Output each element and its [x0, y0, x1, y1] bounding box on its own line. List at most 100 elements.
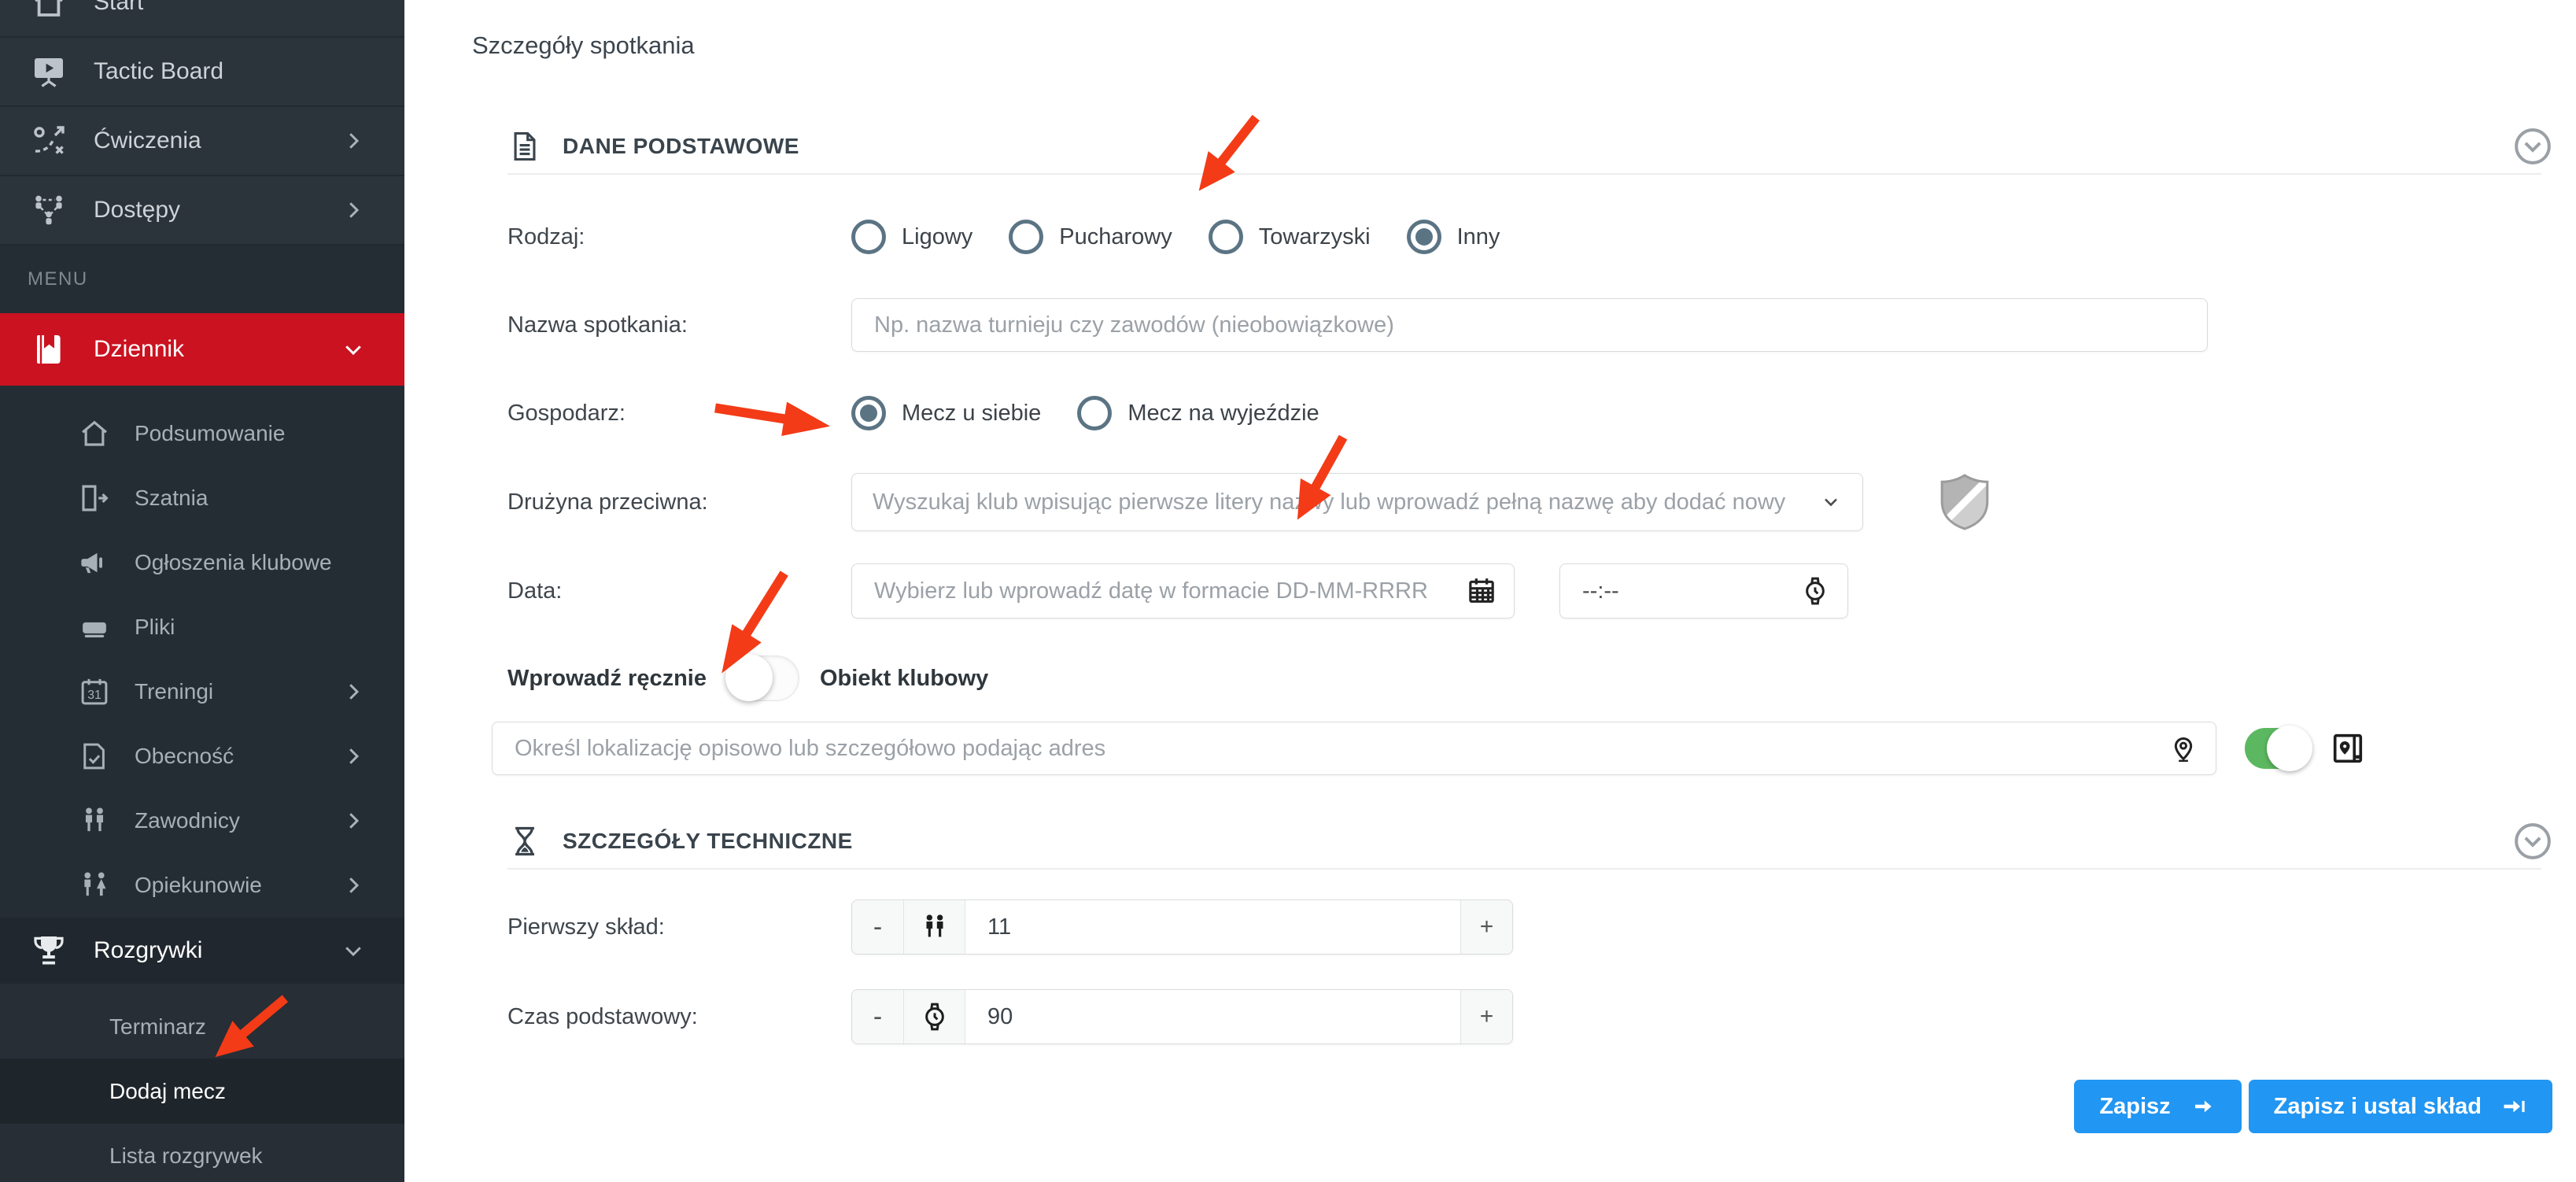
sidebar-item-label: Ćwiczenia — [94, 127, 201, 154]
radio-label: Mecz na wyjeździe — [1127, 401, 1319, 427]
toggle-knob — [725, 654, 773, 701]
arrow-to-line-icon — [2500, 1095, 2527, 1118]
exercises-icon — [28, 122, 70, 160]
chevron-down-icon — [341, 939, 365, 962]
location-mode-toggle[interactable] — [727, 656, 799, 701]
field-data: Data: — [507, 563, 2552, 619]
radio-inny[interactable]: Inny — [1407, 220, 1500, 254]
chevron-right-icon — [341, 874, 365, 897]
radio-dot[interactable] — [1209, 220, 1243, 254]
squad-size-input[interactable] — [965, 900, 1460, 954]
sidebar-item-treningi[interactable]: 31 Treningi — [0, 659, 404, 724]
map-book-icon[interactable] — [2330, 730, 2366, 766]
collapse-circle-icon[interactable] — [2513, 127, 2552, 166]
home-icon — [76, 417, 113, 450]
field-pierwszy-sklad: Pierwszy skład: - + — [507, 899, 2552, 955]
base-time-input[interactable] — [965, 990, 1460, 1043]
calendar-31-icon: 31 — [76, 675, 113, 708]
document-icon — [507, 129, 542, 164]
time-input[interactable] — [1559, 563, 1848, 619]
save-button[interactable]: Zapisz — [2074, 1080, 2241, 1133]
location-row — [492, 722, 2552, 775]
section-title: DANE PODSTAWOWE — [563, 134, 799, 159]
sidebar-item-dostepy[interactable]: Dostępy — [0, 176, 404, 246]
shield-placeholder-icon — [1939, 474, 1991, 530]
sidebar-item-terminarz[interactable]: Terminarz — [0, 995, 404, 1059]
stepper-decrement-button[interactable]: - — [852, 900, 904, 954]
sidebar-item-dodaj-mecz[interactable]: Dodaj mecz — [0, 1059, 404, 1124]
sidebar-item-obecnosc[interactable]: Obecność — [0, 724, 404, 789]
sidebar-item-start[interactable]: Start — [0, 0, 404, 38]
sidebar-item-label: Start — [94, 0, 143, 16]
stepper-increment-button[interactable]: + — [1460, 990, 1512, 1043]
section-header-technical: SZCZEGÓŁY TECHNICZNE — [507, 821, 2552, 862]
date-field — [851, 563, 1515, 619]
radio-label: Mecz u siebie — [902, 401, 1041, 427]
arrow-right-icon — [2190, 1095, 2216, 1118]
form-actions: Zapisz Zapisz i ustal skład — [507, 1080, 2552, 1133]
radio-dot[interactable] — [1009, 220, 1043, 254]
stepper-decrement-button[interactable]: - — [852, 990, 904, 1043]
location-field — [492, 722, 2216, 775]
field-nazwa: Nazwa spotkania: — [507, 298, 2552, 352]
sidebar-item-label: Lista rozgrywek — [109, 1143, 263, 1169]
location-input[interactable] — [492, 722, 2216, 775]
sidebar-item-label: Dziennik — [94, 336, 184, 363]
field-rodzaj: Rodzaj: Ligowy Pucharowy Towarzyski Inny — [507, 201, 2552, 272]
radio-label: Pucharowy — [1059, 224, 1172, 250]
stepper-increment-button[interactable]: + — [1460, 900, 1512, 954]
sidebar-item-opiekunowie[interactable]: Opiekunowie — [0, 853, 404, 918]
manual-entry-label: Wprowadź ręcznie — [507, 666, 707, 692]
select-placeholder: Wyszukaj klub wpisując pierwsze litery n… — [873, 489, 1785, 515]
radio-label: Ligowy — [902, 224, 972, 250]
chevron-right-icon — [341, 809, 365, 833]
radio-label: Inny — [1457, 224, 1500, 250]
sidebar-item-rozgrywki[interactable]: Rozgrywki — [0, 918, 404, 984]
field-label: Rodzaj: — [507, 224, 851, 250]
sidebar-item-label: Dodaj mecz — [109, 1079, 226, 1104]
access-icon — [28, 191, 70, 229]
field-czas-podstawowy: Czas podstawowy: - + — [507, 989, 2552, 1044]
section-header-basic: DANE PODSTAWOWE — [507, 126, 2552, 167]
sidebar-item-label: Tactic Board — [94, 58, 223, 85]
sidebar-item-dziennik[interactable]: Dziennik — [0, 313, 404, 386]
radio-label: Towarzyski — [1259, 224, 1371, 250]
field-gospodarz: Gospodarz: Mecz u siebie Mecz na wyjeźdz… — [507, 378, 2552, 449]
radio-dot[interactable] — [851, 220, 886, 254]
radio-mecz-na-wyjezdzie[interactable]: Mecz na wyjeździe — [1077, 396, 1319, 430]
chevron-right-icon — [341, 129, 365, 153]
opponent-club-select[interactable]: Wyszukaj klub wpisując pierwsze litery n… — [851, 473, 1863, 531]
save-and-squad-button[interactable]: Zapisz i ustal skład — [2249, 1080, 2552, 1133]
save-and-squad-button-label: Zapisz i ustal skład — [2274, 1094, 2482, 1120]
radio-dot-selected[interactable] — [1407, 220, 1441, 254]
chevron-right-icon — [341, 744, 365, 768]
sidebar-menu-label: MENU — [0, 246, 404, 313]
svg-text:31: 31 — [87, 689, 101, 702]
chevron-right-icon — [341, 198, 365, 222]
radio-ligowy[interactable]: Ligowy — [851, 220, 972, 254]
map-toggle[interactable] — [2245, 728, 2311, 769]
sidebar-item-podsumowanie[interactable]: Podsumowanie — [0, 401, 404, 466]
radio-dot-selected[interactable] — [851, 396, 886, 430]
sidebar-item-szatnia[interactable]: Szatnia — [0, 466, 404, 530]
sidebar-item-ogloszenia[interactable]: Ogłoszenia klubowe — [0, 530, 404, 595]
match-name-input[interactable] — [851, 298, 2208, 352]
radio-pucharowy[interactable]: Pucharowy — [1009, 220, 1172, 254]
sidebar-item-pliki[interactable]: Pliki — [0, 595, 404, 659]
app-root: Start Tactic Board Ćwiczenia Dostępy — [0, 0, 2576, 1182]
sidebar-item-cwiczenia[interactable]: Ćwiczenia — [0, 107, 404, 176]
sidebar-item-label: Zawodnicy — [135, 808, 240, 833]
date-input[interactable] — [851, 563, 1515, 619]
sidebar-item-zawodnicy[interactable]: Zawodnicy — [0, 789, 404, 853]
radio-towarzyski[interactable]: Towarzyski — [1209, 220, 1371, 254]
sidebar-item-lista-rozgrywek[interactable]: Lista rozgrywek — [0, 1124, 404, 1182]
sidebar-item-label: Dostępy — [94, 197, 180, 223]
radio-dot[interactable] — [1077, 396, 1112, 430]
time-field — [1559, 563, 1848, 619]
radio-mecz-u-siebie[interactable]: Mecz u siebie — [851, 396, 1041, 430]
collapse-circle-icon[interactable] — [2513, 822, 2552, 861]
sidebar-item-label: Treningi — [135, 679, 213, 704]
sidebar-item-tactic-board[interactable]: Tactic Board — [0, 38, 404, 107]
megaphone-icon — [76, 546, 113, 579]
sidebar-item-label: Pliki — [135, 615, 175, 640]
